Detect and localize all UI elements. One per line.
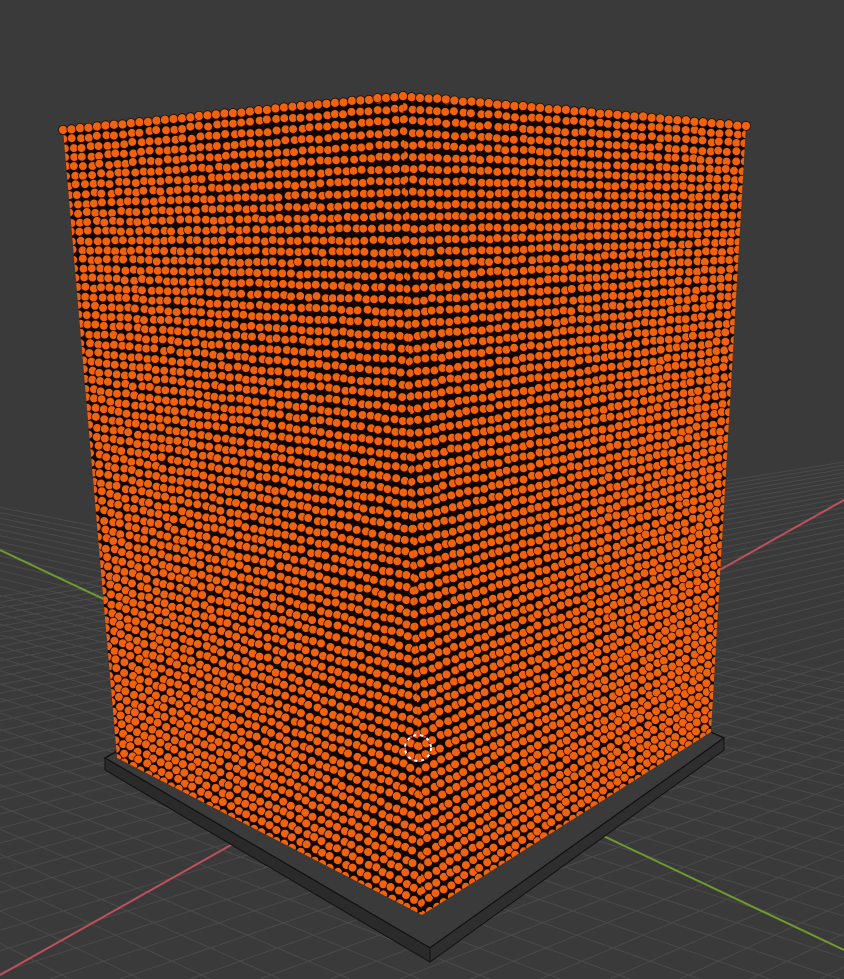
3d-viewport[interactable] [0, 0, 844, 979]
